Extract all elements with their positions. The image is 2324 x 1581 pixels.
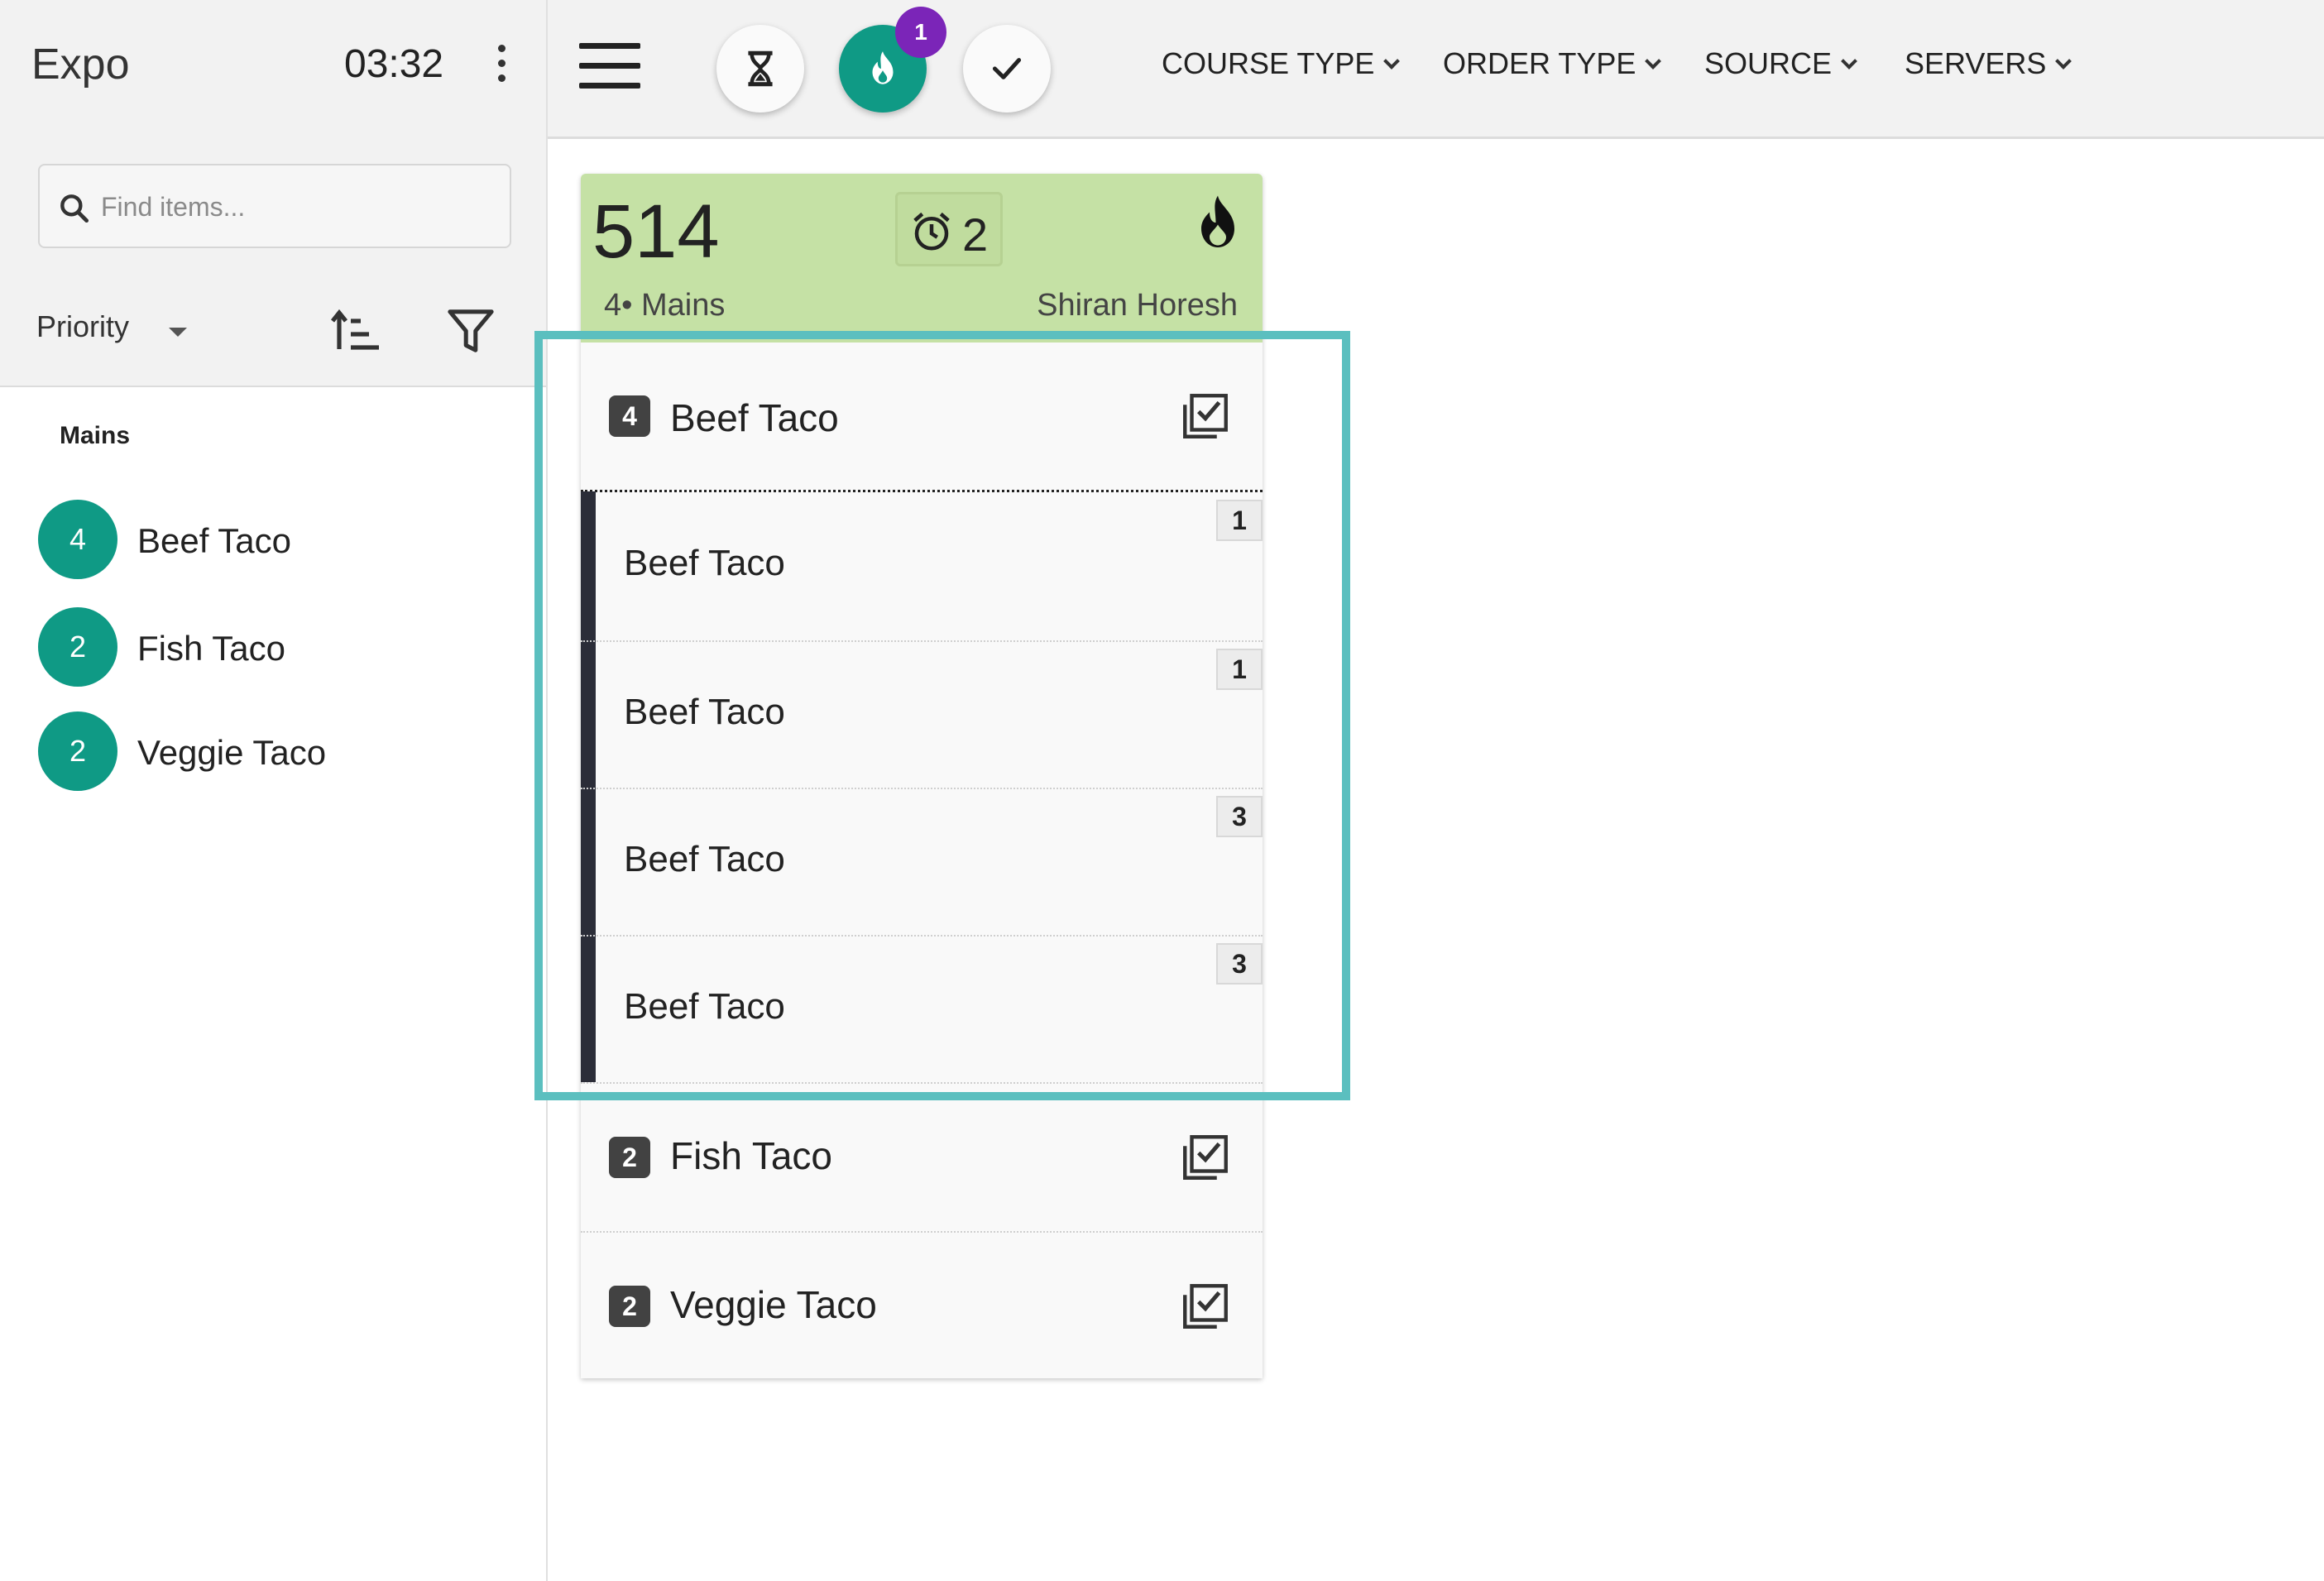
app-title: Expo (31, 41, 130, 89)
sub-item-row[interactable]: Beef Taco 3 (581, 937, 1263, 1084)
ticket-line-item[interactable]: 4 Beef Taco (581, 343, 1263, 491)
line-item-name: Beef Taco (670, 396, 839, 439)
more-options-icon[interactable] (491, 45, 511, 89)
sort-select[interactable]: Priority (36, 309, 129, 344)
search-input[interactable] (101, 184, 490, 230)
hourglass-icon (748, 50, 773, 87)
sort-order-icon[interactable] (331, 308, 381, 354)
search-box (38, 164, 511, 248)
source-dropdown[interactable]: SOURCE (1704, 46, 1857, 81)
top-bar: 1 COURSE TYPE ORDER TYPE SOURCE SERVERS (548, 0, 2324, 139)
notification-badge: 1 (895, 7, 946, 58)
dropdown-label: ORDER TYPE (1443, 46, 1636, 80)
alarm-clock-icon (913, 212, 950, 251)
seat-number-badge: 1 (1216, 500, 1263, 541)
ticket-line-item[interactable]: 2 Veggie Taco (581, 1233, 1263, 1378)
quantity-badge: 2 (609, 1137, 650, 1178)
order-type-dropdown[interactable]: ORDER TYPE (1443, 46, 1662, 81)
sub-item-name: Beef Taco (624, 986, 785, 1027)
completed-button[interactable] (963, 25, 1051, 113)
dropdown-label: SERVERS (1905, 46, 2047, 80)
fire-icon (1201, 195, 1234, 247)
course-type-dropdown[interactable]: COURSE TYPE (1162, 46, 1401, 81)
search-icon (60, 194, 89, 223)
chevron-down-icon (2055, 53, 2072, 69)
dropdown-label: COURSE TYPE (1162, 46, 1375, 80)
ticket-course-summary: 4• Mains (604, 288, 726, 323)
servers-dropdown[interactable]: SERVERS (1905, 46, 2072, 81)
seat-number-badge: 3 (1216, 796, 1263, 837)
seat-number-badge: 3 (1216, 943, 1263, 985)
item-name: Fish Taco (137, 629, 285, 668)
chevron-down-icon (1645, 53, 1662, 69)
bump-check-icon[interactable] (1178, 1130, 1233, 1185)
quantity-badge: 4 (609, 395, 650, 437)
timer-badge: 2 (895, 192, 1003, 266)
ticket-line-item[interactable]: 2 Fish Taco (581, 1084, 1263, 1231)
item-name: Veggie Taco (137, 733, 327, 772)
line-item-name: Veggie Taco (670, 1283, 877, 1326)
bump-check-icon[interactable] (1178, 389, 1233, 443)
server-name: Shiran Horesh (1037, 288, 1238, 323)
sub-item-row[interactable]: Beef Taco 1 (581, 642, 1263, 789)
dropdown-label: SOURCE (1704, 46, 1833, 80)
line-item-name: Fish Taco (670, 1134, 833, 1177)
quantity-badge: 2 (609, 1286, 650, 1327)
group-label: Mains (60, 422, 131, 449)
order-ticket[interactable]: 514 2 4• Mains Shiran Horesh 4 Beef Taco (581, 174, 1263, 1378)
menu-icon[interactable] (579, 43, 640, 89)
chevron-down-icon (1383, 53, 1401, 69)
ticket-header[interactable]: 514 2 4• Mains Shiran Horesh (581, 174, 1263, 343)
clock: 03:32 (344, 42, 444, 86)
list-item[interactable]: 2 Fish Taco (38, 607, 518, 690)
bump-check-icon[interactable] (1178, 1279, 1233, 1334)
list-item[interactable]: 2 Veggie Taco (38, 711, 518, 794)
check-icon (992, 58, 1022, 79)
sub-item-name: Beef Taco (624, 543, 785, 583)
waiting-button[interactable] (716, 25, 804, 113)
seat-number-badge: 1 (1216, 649, 1263, 690)
sub-item-row[interactable]: Beef Taco 3 (581, 789, 1263, 937)
sub-item-name: Beef Taco (624, 839, 785, 879)
filter-icon[interactable] (447, 306, 495, 356)
fire-icon (872, 51, 894, 84)
item-count-badge: 2 (38, 607, 117, 687)
caret-down-icon[interactable] (169, 328, 187, 337)
sidebar: Expo 03:32 Priority Mains 4 Beef Taco 2 (0, 0, 548, 1581)
item-name: Beef Taco (137, 521, 292, 560)
sub-item-name: Beef Taco (624, 692, 785, 732)
sub-item-row[interactable]: Beef Taco 1 (581, 493, 1263, 640)
item-count-badge: 2 (38, 711, 117, 791)
divider (581, 490, 1263, 492)
sidebar-header: Expo 03:32 Priority (0, 0, 546, 387)
list-item[interactable]: 4 Beef Taco (38, 500, 518, 582)
ticket-number: 514 (592, 189, 720, 274)
item-count-badge: 4 (38, 500, 117, 579)
timer-count: 2 (962, 208, 989, 261)
chevron-down-icon (1841, 53, 1857, 69)
